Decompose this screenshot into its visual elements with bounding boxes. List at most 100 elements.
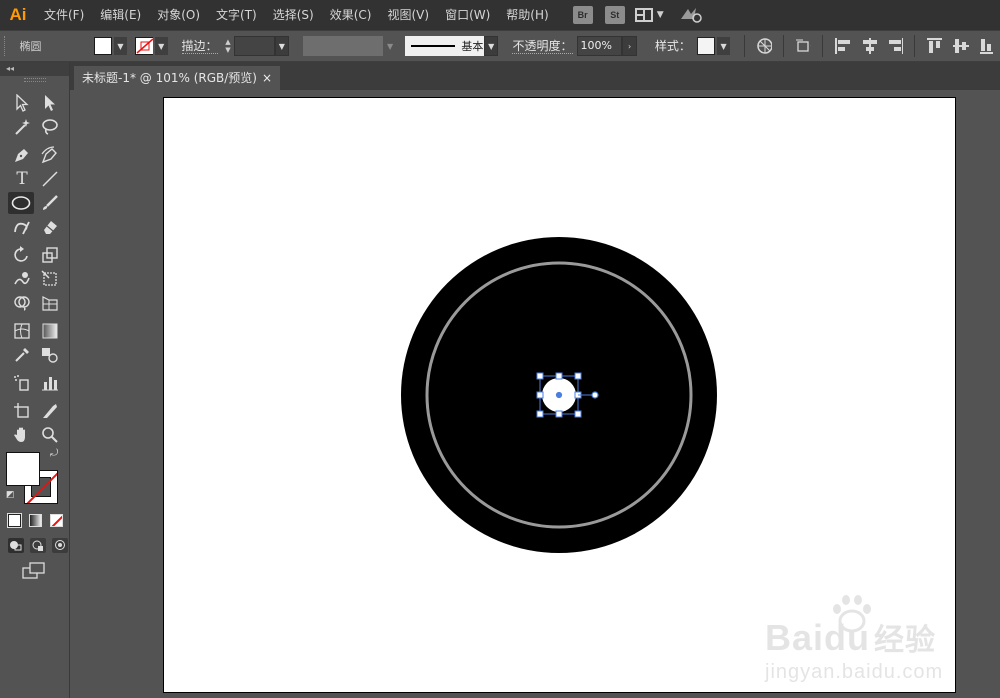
opacity-label[interactable]: 不透明度：	[512, 39, 573, 54]
menu-view[interactable]: 视图(V)	[379, 0, 437, 30]
workspace-switcher[interactable]: ▼	[634, 8, 664, 22]
rotate-tool[interactable]	[10, 244, 34, 266]
eraser-tool[interactable]	[38, 216, 62, 238]
brush-definition[interactable]: 基本	[405, 36, 484, 56]
none-mode-button[interactable]	[50, 514, 63, 527]
gradient-mode-button[interactable]	[29, 514, 42, 527]
color-mode-buttons	[7, 513, 63, 528]
toolbar-grip[interactable]	[24, 78, 46, 82]
direct-selection-arrow-icon	[45, 95, 55, 111]
fill-color-box[interactable]	[6, 452, 40, 486]
menu-window[interactable]: 窗口(W)	[437, 0, 498, 30]
resize-handle[interactable]	[536, 391, 544, 399]
color-mode-button[interactable]	[7, 513, 22, 528]
hand-tool[interactable]	[10, 424, 34, 446]
default-colors-icon[interactable]: ◩	[6, 490, 15, 500]
resize-handle[interactable]	[536, 410, 544, 418]
resize-handle[interactable]	[574, 410, 582, 418]
align-middle-icon[interactable]	[952, 37, 969, 55]
type-tool[interactable]: T	[10, 168, 34, 190]
pen-tool[interactable]	[10, 144, 34, 166]
zoom-tool[interactable]	[38, 424, 62, 446]
brush-dropdown[interactable]: ▼	[483, 36, 499, 56]
menu-type[interactable]: 文字(T)	[208, 0, 265, 30]
resize-handle[interactable]	[555, 372, 563, 380]
direct-selection-tool[interactable]	[38, 92, 62, 114]
align-center-icon[interactable]	[861, 37, 877, 55]
variable-width-dropdown[interactable]: ▼	[383, 36, 397, 56]
stroke-label[interactable]: 描边：	[181, 39, 218, 54]
menu-select[interactable]: 选择(S)	[265, 0, 322, 30]
warp-tool[interactable]	[10, 268, 34, 290]
graphic-style-dropdown[interactable]: ▼	[717, 37, 730, 55]
menu-file[interactable]: 文件(F)	[36, 0, 92, 30]
document-tab[interactable]: 未标题-1* @ 101% (RGB/预览) ×	[74, 66, 280, 90]
align-to-icon[interactable]	[795, 37, 812, 55]
pie-widget-handle[interactable]	[591, 391, 599, 399]
menu-effect[interactable]: 效果(C)	[322, 0, 380, 30]
shape-builder-tool[interactable]	[10, 292, 34, 314]
graphic-style-swatch[interactable]	[696, 37, 716, 55]
eyedropper-tool[interactable]	[10, 344, 34, 366]
lasso-tool[interactable]	[38, 116, 62, 138]
opacity-field[interactable]: 100%	[576, 36, 623, 56]
stroke-swatch[interactable]	[134, 37, 153, 55]
mesh-tool[interactable]	[10, 320, 34, 342]
selection-tool[interactable]	[10, 92, 34, 114]
stroke-weight-stepper[interactable]: ▲ ▼	[222, 36, 235, 56]
eraser-icon	[44, 221, 57, 234]
menu-object[interactable]: 对象(O)	[149, 0, 208, 30]
gradient-tool[interactable]	[38, 320, 62, 342]
paintbrush-tool[interactable]	[38, 192, 62, 214]
draw-normal-icon[interactable]	[8, 538, 24, 553]
align-right-icon[interactable]	[887, 37, 904, 55]
tools-panel: ◂◂ T ⤾ ◩	[0, 62, 70, 698]
pen-icon	[15, 149, 28, 162]
draw-inside-icon[interactable]	[52, 538, 68, 553]
resize-handle[interactable]	[574, 372, 582, 380]
fill-stroke-indicator[interactable]: ⤾ ◩	[6, 448, 62, 508]
shaper-tool[interactable]	[10, 216, 34, 238]
resize-handle[interactable]	[555, 410, 563, 418]
paintbrush-icon	[43, 195, 58, 210]
menu-help[interactable]: 帮助(H)	[498, 0, 556, 30]
align-top-icon[interactable]	[926, 37, 943, 55]
sync-icon[interactable]	[678, 5, 702, 25]
recolor-artwork-icon[interactable]	[756, 37, 773, 55]
scale-tool[interactable]	[38, 244, 62, 266]
watermark-brand-cjk: 经验	[874, 624, 937, 657]
drawing-mode-buttons	[8, 538, 68, 553]
slice-tool[interactable]	[38, 400, 62, 422]
stroke-dropdown[interactable]: ▼	[154, 37, 168, 55]
menu-edit[interactable]: 编辑(E)	[92, 0, 149, 30]
free-transform-tool[interactable]	[38, 268, 62, 290]
artboard-tool[interactable]	[10, 400, 34, 422]
swap-fill-stroke-icon[interactable]: ⤾	[50, 448, 58, 459]
variable-width-profile[interactable]	[303, 36, 383, 56]
fill-swatch[interactable]	[93, 37, 113, 55]
draw-behind-icon[interactable]	[30, 538, 46, 553]
panel-collapse[interactable]: ◂◂	[0, 62, 69, 76]
zoom-magnifier-icon	[42, 427, 58, 443]
ellipse-tool[interactable]	[8, 192, 34, 214]
stroke-weight-field[interactable]	[234, 36, 275, 56]
line-segment-tool[interactable]	[38, 168, 62, 190]
perspective-grid-tool[interactable]	[38, 292, 62, 314]
opacity-expand[interactable]: ›	[622, 36, 637, 56]
canvas-area[interactable]: Baidu 经验 jingyan.baidu.com	[70, 90, 1000, 698]
type-t-icon: T	[16, 169, 28, 189]
stock-button[interactable]: St	[604, 6, 625, 24]
resize-handle[interactable]	[536, 372, 544, 380]
symbol-sprayer-tool[interactable]	[10, 372, 34, 394]
column-graph-tool[interactable]	[38, 372, 62, 394]
bridge-button[interactable]: Br	[572, 6, 593, 24]
stroke-weight-dropdown[interactable]: ▼	[274, 36, 290, 56]
curvature-tool[interactable]	[38, 144, 62, 166]
close-icon[interactable]: ×	[262, 66, 272, 90]
align-bottom-icon[interactable]	[979, 37, 995, 55]
align-left-icon[interactable]	[834, 37, 851, 55]
screen-mode-icon[interactable]	[22, 562, 46, 580]
fill-dropdown[interactable]: ▼	[114, 37, 127, 55]
magic-wand-tool[interactable]	[10, 116, 34, 138]
blend-tool[interactable]	[38, 344, 62, 366]
